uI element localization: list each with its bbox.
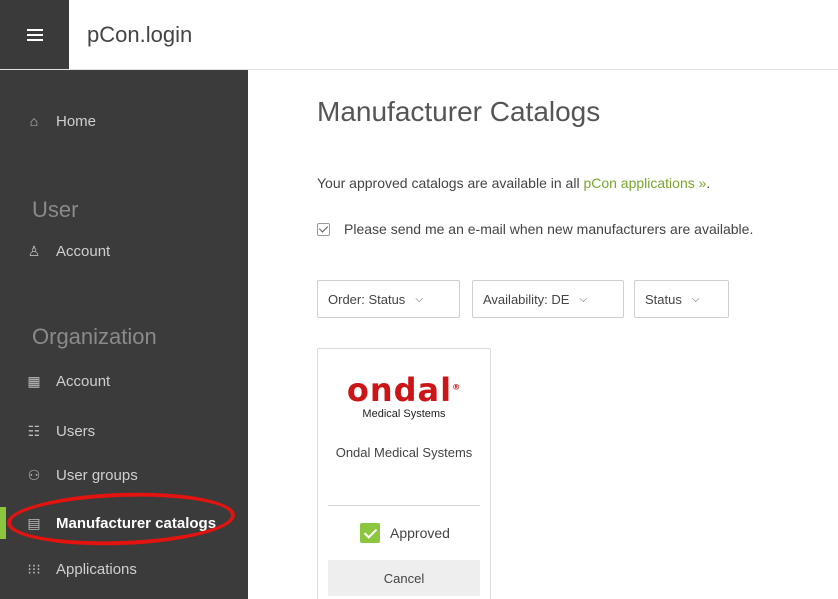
intro-text: Your approved catalogs are available in … [317, 175, 710, 191]
top-bar: pCon.login [0, 0, 838, 70]
order-dropdown-label: Order: Status [328, 291, 406, 307]
sidebar-item-label: Account [56, 372, 111, 390]
chevron-down-icon: ⌵ [691, 293, 700, 305]
app-title: pCon.login [87, 22, 193, 47]
user-icon: ♙ [27, 242, 41, 259]
availability-dropdown-label: Availability: DE [483, 291, 570, 307]
logo-text: ondal [346, 371, 453, 409]
approved-toggle[interactable]: Approved [360, 523, 450, 543]
sidebar-item-user-groups[interactable]: ⚇ User groups [0, 459, 248, 491]
sidebar-item-applications[interactable]: ⁝⁝⁝ Applications [0, 553, 248, 585]
sidebar-item-label: Home [56, 112, 97, 130]
catalog-name: Ondal Medical Systems [335, 445, 473, 460]
user-groups-icon: ⚇ [27, 466, 41, 483]
pcon-applications-link[interactable]: pCon applications » [583, 175, 706, 191]
menu-button[interactable] [0, 0, 69, 69]
sidebar-item-label: Users [56, 422, 96, 440]
sidebar-item-label: User groups [56, 466, 138, 484]
users-icon: ☷ [27, 422, 41, 439]
logo-subtitle: Medical Systems [362, 408, 446, 420]
logo-registered-mark: ® [452, 382, 462, 392]
page-title: Manufacturer Catalogs [317, 96, 601, 127]
section-title-user: User [32, 197, 79, 222]
notify-option: Please send me an e-mail when new manufa… [317, 221, 753, 237]
approved-label: Approved [390, 525, 450, 541]
home-icon: ⌂ [29, 113, 39, 129]
availability-dropdown[interactable]: Availability: DE ⌵ [472, 280, 624, 318]
notify-checkbox[interactable] [317, 222, 330, 236]
notify-label: Please send me an e-mail when new manufa… [344, 221, 754, 237]
intro-text-start: Your approved catalogs are available in … [317, 175, 584, 191]
sidebar-item-label: Account [56, 242, 111, 260]
sidebar: ⌂ Home User ♙ Account Organization ▦ Acc… [0, 70, 248, 599]
sidebar-item-home[interactable]: ⌂ Home [0, 105, 248, 137]
sidebar-item-label: Manufacturer catalogs [56, 514, 217, 532]
section-title-organization: Organization [32, 324, 157, 349]
catalog-icon: ▤ [27, 514, 41, 531]
intro-text-end: . [706, 175, 711, 191]
status-dropdown-label: Status [645, 291, 682, 307]
sidebar-item-org-account[interactable]: ▦ Account [0, 365, 248, 397]
status-dropdown[interactable]: Status ⌵ [634, 280, 729, 318]
hamburger-icon [26, 28, 43, 41]
manufacturer-logo: ondal® Medical Systems [318, 374, 490, 420]
building-icon: ▦ [27, 372, 41, 389]
chevron-down-icon: ⌵ [415, 293, 423, 305]
applications-grid-icon: ⁝⁝⁝ [27, 560, 41, 577]
order-dropdown[interactable]: Order: Status ⌵ [317, 280, 460, 318]
active-indicator [0, 507, 6, 539]
approved-checkbox[interactable] [360, 523, 380, 543]
sidebar-item-users[interactable]: ☷ Users [0, 415, 248, 447]
chevron-down-icon: ⌵ [579, 293, 588, 305]
cancel-button[interactable]: Cancel [328, 560, 480, 596]
card-divider [328, 505, 480, 506]
catalog-card: ondal® Medical Systems Ondal Medical Sys… [317, 348, 491, 599]
sidebar-item-user-account[interactable]: ♙ Account [0, 235, 248, 267]
sidebar-item-manufacturer-catalogs[interactable]: ▤ Manufacturer catalogs [0, 507, 248, 539]
sidebar-item-label: Applications [56, 560, 137, 578]
